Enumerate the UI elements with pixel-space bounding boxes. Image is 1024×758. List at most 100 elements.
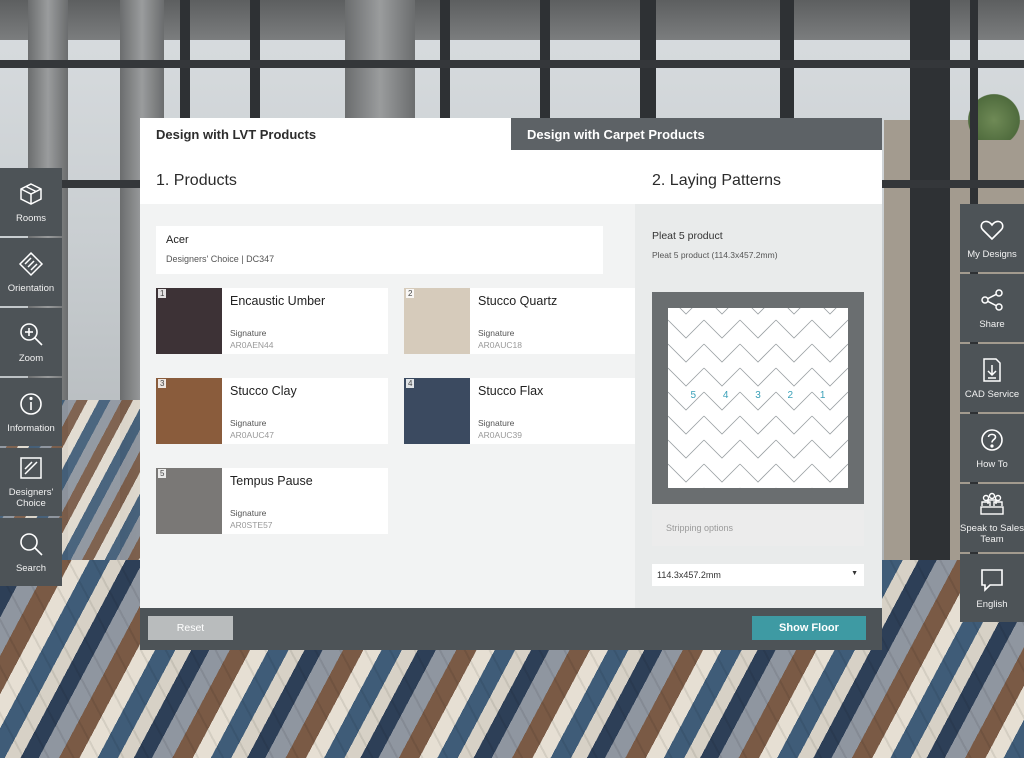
product-name: Stucco Clay bbox=[230, 384, 297, 398]
pattern-plank-line bbox=[739, 343, 777, 363]
product-code: AR0AUC47 bbox=[230, 430, 274, 440]
pattern-plank-line bbox=[775, 319, 813, 339]
product-code: AR0AUC39 bbox=[478, 430, 522, 440]
pattern-plank-line bbox=[667, 439, 705, 459]
right-toolbar: My Designs Share CAD Service How To Spea… bbox=[960, 204, 1024, 622]
range-name: Acer bbox=[166, 234, 189, 246]
design-panel: Design with LVT Products Design with Car… bbox=[140, 118, 882, 650]
download-file-icon bbox=[983, 357, 1001, 382]
product-collection: Signature bbox=[478, 328, 515, 338]
product-card[interactable]: 3 Stucco Clay Signature AR0AUC47 bbox=[156, 378, 388, 444]
information-label: Information bbox=[7, 422, 55, 434]
pattern-plank-line bbox=[703, 439, 741, 459]
pattern-plank-line bbox=[667, 343, 705, 363]
rooms-label: Rooms bbox=[15, 212, 47, 224]
product-card[interactable]: 4 Stucco Flax Signature AR0AUC39 bbox=[404, 378, 636, 444]
pattern-plank-line bbox=[739, 439, 777, 459]
zoom-in-icon bbox=[20, 322, 43, 346]
cad-service-label: CAD Service bbox=[964, 388, 1020, 400]
product-number: 4 bbox=[406, 379, 415, 388]
share-label: Share bbox=[979, 318, 1005, 330]
orientation-icon bbox=[18, 251, 44, 276]
pattern-plank-line bbox=[739, 319, 777, 339]
how-to-label: How To bbox=[976, 458, 1008, 470]
designers-choice-icon bbox=[20, 457, 42, 479]
how-to-button[interactable]: How To bbox=[960, 414, 1024, 482]
pattern-plank-line bbox=[775, 439, 813, 459]
product-number: 1 bbox=[158, 289, 167, 298]
search-label: Search bbox=[15, 562, 47, 574]
tab-lvt-products[interactable]: Design with LVT Products bbox=[140, 118, 511, 150]
team-icon bbox=[980, 492, 1004, 515]
product-code: AR0STE57 bbox=[230, 520, 273, 530]
pattern-plank-line bbox=[811, 367, 849, 387]
size-select[interactable]: 114.3x457.2mm ▼ bbox=[652, 564, 864, 586]
product-number: 5 bbox=[158, 469, 167, 478]
search-button[interactable]: Search bbox=[0, 518, 62, 586]
stripping-options[interactable]: Stripping options bbox=[652, 510, 864, 546]
pattern-plank-line bbox=[703, 463, 741, 483]
language-button[interactable]: English bbox=[960, 554, 1024, 622]
caret-down-icon: ▼ bbox=[851, 570, 858, 577]
language-label: English bbox=[976, 598, 1008, 610]
pattern-plank-line bbox=[811, 319, 849, 339]
product-number: 3 bbox=[158, 379, 167, 388]
product-card[interactable]: 1 Encaustic Umber Signature AR0AEN44 bbox=[156, 288, 388, 354]
size-select-value: 114.3x457.2mm bbox=[657, 570, 721, 580]
heart-icon bbox=[980, 220, 1004, 240]
left-toolbar: Rooms Orientation Zoom Information Desig… bbox=[0, 168, 62, 586]
panel-footer: Reset Show Floor bbox=[140, 608, 882, 650]
pattern-plank-line bbox=[739, 463, 777, 483]
selected-range[interactable]: Acer Designers' Choice | DC347 bbox=[156, 226, 603, 274]
pattern-name: Pleat 5 product bbox=[652, 230, 723, 242]
pattern-plank-line bbox=[703, 319, 741, 339]
product-code: AR0AUC18 bbox=[478, 340, 522, 350]
pattern-plank-line bbox=[775, 343, 813, 363]
pattern-plank-line bbox=[703, 415, 741, 435]
patterns-title: 2. Laying Patterns bbox=[652, 172, 781, 189]
product-card[interactable]: 2 Stucco Quartz Signature AR0AUC18 bbox=[404, 288, 636, 354]
zoom-label: Zoom bbox=[18, 352, 44, 364]
patterns-area: Pleat 5 product Pleat 5 product (114.3x4… bbox=[635, 204, 882, 608]
products-area: Acer Designers' Choice | DC347 1 Encaust… bbox=[140, 204, 636, 608]
reset-button[interactable]: Reset bbox=[148, 616, 233, 640]
show-floor-button[interactable]: Show Floor bbox=[752, 616, 866, 640]
product-card[interactable]: 5 Tempus Pause Signature AR0STE57 bbox=[156, 468, 388, 534]
pattern-plank-line bbox=[775, 463, 813, 483]
product-name: Tempus Pause bbox=[230, 474, 313, 488]
products-column: 1. Products Acer Designers' Choice | DC3… bbox=[140, 150, 636, 608]
info-icon bbox=[20, 392, 42, 415]
pattern-plank-line bbox=[739, 295, 777, 315]
pattern-preview-canvas: 5 4 3 2 1 bbox=[667, 271, 849, 507]
orientation-button[interactable]: Orientation bbox=[0, 238, 62, 306]
product-collection: Signature bbox=[230, 328, 267, 338]
products-title: 1. Products bbox=[156, 172, 237, 189]
pattern-description: Pleat 5 product (114.3x457.2mm) bbox=[652, 250, 778, 260]
designers-choice-button[interactable]: Designers' Choice bbox=[0, 448, 62, 516]
question-icon bbox=[981, 428, 1003, 451]
product-collection: Signature bbox=[478, 418, 515, 428]
cad-service-button[interactable]: CAD Service bbox=[960, 344, 1024, 412]
product-name: Stucco Quartz bbox=[478, 294, 558, 308]
pattern-plank-line bbox=[775, 367, 813, 387]
pattern-plank-line bbox=[703, 343, 741, 363]
designers-choice-label: Designers' Choice bbox=[8, 487, 54, 509]
pattern-plank-line bbox=[811, 295, 849, 315]
range-subtitle: Designers' Choice | DC347 bbox=[166, 254, 275, 264]
my-designs-button[interactable]: My Designs bbox=[960, 204, 1024, 272]
rooms-button[interactable]: Rooms bbox=[0, 168, 62, 236]
pattern-plank-line bbox=[667, 319, 705, 339]
pattern-plank-line bbox=[667, 367, 705, 387]
information-button[interactable]: Information bbox=[0, 378, 62, 446]
pattern-preview[interactable]: 5 4 3 2 1 bbox=[652, 271, 864, 507]
my-designs-label: My Designs bbox=[967, 248, 1017, 260]
zoom-button[interactable]: Zoom bbox=[0, 308, 62, 376]
share-button[interactable]: Share bbox=[960, 274, 1024, 342]
tab-carpet-products[interactable]: Design with Carpet Products bbox=[511, 118, 882, 150]
speak-to-sales-button[interactable]: Speak to Sales Team bbox=[960, 484, 1024, 552]
pattern-sequence: 5 4 3 2 1 bbox=[690, 390, 838, 401]
pattern-plank-line bbox=[739, 415, 777, 435]
product-collection: Signature bbox=[230, 418, 267, 428]
panel-body: 1. Products Acer Designers' Choice | DC3… bbox=[140, 150, 882, 608]
pattern-plank-line bbox=[667, 295, 705, 315]
